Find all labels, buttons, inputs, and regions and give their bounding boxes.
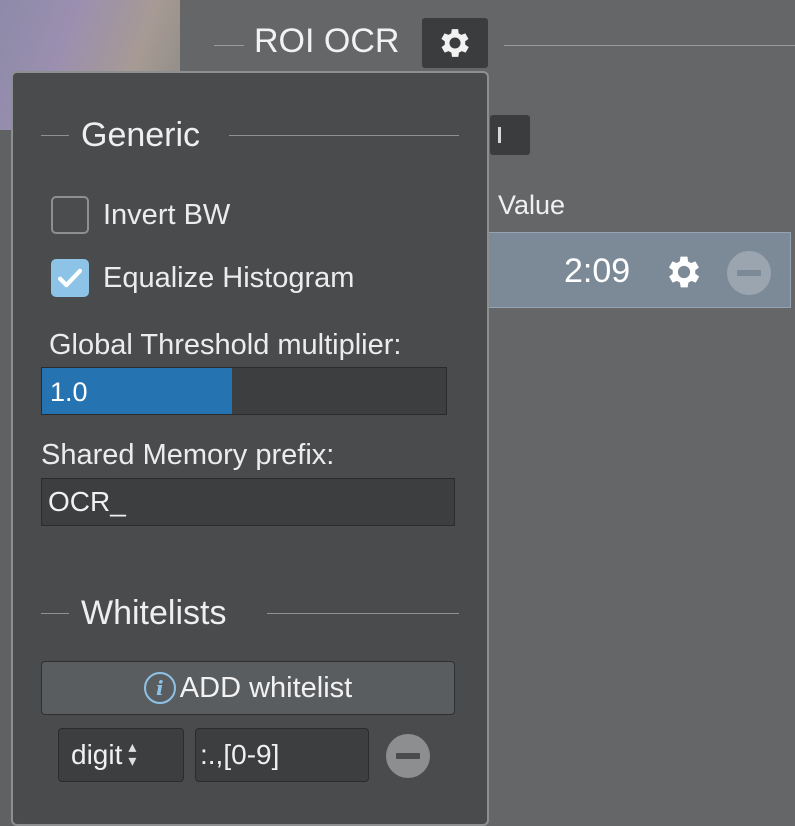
whitelist-type-select[interactable]: digit ▴ ▾ [58,728,184,782]
select-arrows-icon: ▴ ▾ [128,739,137,770]
section-divider [41,613,69,614]
equalize-histogram-checkbox[interactable] [51,259,89,297]
add-whitelist-label: ADD whitelist [179,671,353,704]
section-divider [229,135,459,136]
table-row[interactable]: 2:09 [486,232,791,308]
threshold-label: Global Threshold multiplier: [49,329,402,361]
background-button[interactable] [490,115,530,155]
threshold-value: 1.0 [50,377,88,407]
whitelists-section-header: Whitelists [41,593,459,633]
invert-bw-checkbox[interactable] [51,196,89,234]
whitelist-type-value: digit [71,739,123,770]
threshold-slider[interactable]: 1.0 [41,367,447,415]
add-whitelist-button[interactable]: i ADD whitelist [41,661,455,715]
background-button-glyph [498,127,501,143]
header-divider-right [504,45,795,46]
section-divider [267,613,459,614]
shared-memory-label: Shared Memory prefix: [41,439,335,471]
info-icon: i [143,672,176,704]
header-divider-left [214,45,244,46]
invert-bw-option[interactable]: Invert BW [51,195,230,235]
roi-settings-button[interactable] [422,18,488,68]
row-value: 2:09 [564,252,631,290]
value-column-header: Value [498,190,566,220]
section-divider [41,135,69,136]
remove-row-icon[interactable] [727,251,771,295]
equalize-histogram-label: Equalize Histogram [103,261,355,294]
ocr-settings-popup: Generic Invert BW Equalize Histogram Glo… [11,71,489,826]
remove-whitelist-icon[interactable] [386,734,430,778]
gear-icon[interactable] [663,251,705,293]
invert-bw-label: Invert BW [103,198,231,231]
equalize-histogram-option[interactable]: Equalize Histogram [51,258,354,298]
roi-title: ROI OCR [254,22,400,60]
shared-memory-prefix-input[interactable]: OCR_ [41,478,455,526]
gear-icon [441,29,469,57]
app-root: ROI OCR Value 2:09 Generic Invert BW Equ… [0,0,795,826]
whitelists-section-title: Whitelists [81,594,227,632]
whitelist-pattern-input[interactable]: :.,[0-9] [195,728,369,782]
check-icon [57,268,83,288]
generic-section-title: Generic [81,116,201,154]
generic-section-header: Generic [41,115,459,155]
